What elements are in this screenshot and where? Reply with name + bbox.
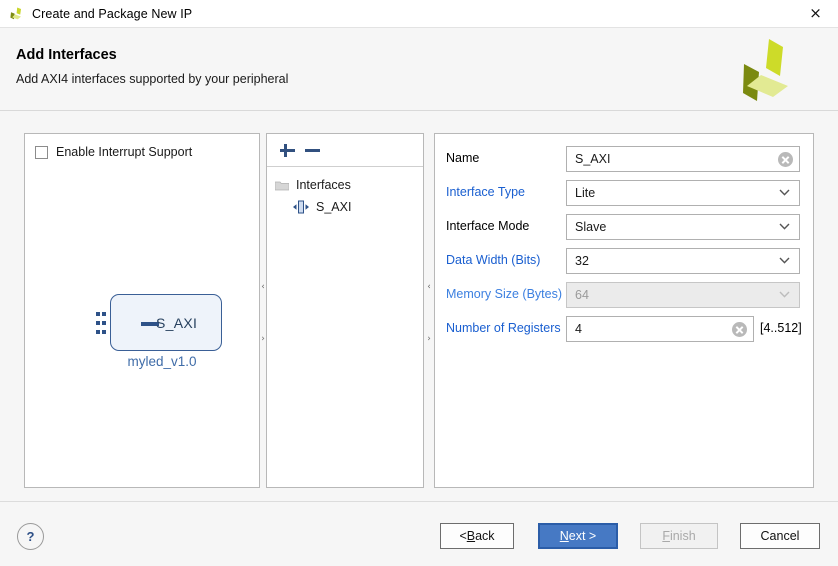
- number-of-registers-value: 4: [575, 322, 582, 336]
- window-titlebar: Create and Package New IP ×: [0, 0, 838, 28]
- back-button-post: ack: [475, 529, 495, 543]
- field-label-name: Name: [446, 151, 480, 165]
- field-row-name: Name S_AXI: [435, 146, 813, 172]
- field-row-number-of-registers: Number of Registers 4 [4..512]: [435, 316, 813, 342]
- window-title: Create and Package New IP: [32, 6, 193, 21]
- next-button-post: ext >: [568, 529, 597, 543]
- page-subtitle: Add AXI4 interfaces supported by your pe…: [16, 72, 289, 86]
- page-title: Add Interfaces: [16, 47, 117, 63]
- back-button-pre: <: [459, 529, 467, 543]
- ip-block-diagram[interactable]: S_AXI myled_v1.0: [88, 294, 228, 369]
- cancel-button-label: Cancel: [760, 529, 800, 543]
- right-splitter[interactable]: ‹ ›: [426, 133, 432, 488]
- enable-interrupt-support-label: Enable Interrupt Support: [56, 145, 193, 159]
- diagram-panel: Enable Interrupt Support S_AXI myled_v1.…: [24, 133, 260, 488]
- field-label-memory-size: Memory Size (Bytes): [446, 287, 562, 301]
- name-input[interactable]: S_AXI: [566, 146, 800, 172]
- ip-block-port-label: S_AXI: [156, 315, 198, 331]
- tree-item-interfaces-label: Interfaces: [296, 178, 351, 192]
- field-row-interface-type: Interface Type Lite: [435, 180, 813, 206]
- finish-button-post: inish: [669, 529, 696, 543]
- help-button[interactable]: ?: [17, 523, 44, 550]
- number-of-registers-range-hint: [4..512]: [760, 321, 802, 335]
- interface-type-select[interactable]: Lite: [566, 180, 800, 206]
- chevron-down-icon[interactable]: [779, 223, 790, 230]
- xilinx-brand-logo: [736, 37, 806, 105]
- interface-type-value: Lite: [575, 186, 596, 200]
- ip-block-body[interactable]: S_AXI: [110, 294, 222, 351]
- field-label-number-of-registers: Number of Registers: [446, 321, 561, 335]
- finish-button-mnemonic: F: [662, 529, 670, 543]
- enable-interrupt-support-checkbox-row[interactable]: Enable Interrupt Support: [35, 145, 192, 159]
- interfaces-tree-panel: Interfaces S_AXI: [266, 133, 424, 488]
- bus-pins-icon: [96, 312, 107, 334]
- memory-size-value: 64: [575, 288, 589, 302]
- wizard-header: Add Interfaces Add AXI4 interfaces suppo…: [0, 28, 838, 111]
- interface-properties-panel: Name S_AXI Interface Type Lite Interface…: [434, 133, 814, 488]
- tree-item-s-axi[interactable]: S_AXI: [293, 200, 351, 214]
- field-row-memory-size: Memory Size (Bytes) 64: [435, 282, 813, 308]
- interface-mode-value: Slave: [575, 220, 607, 234]
- splitter-collapse-right-icon[interactable]: ‹: [426, 283, 432, 292]
- field-row-interface-mode: Interface Mode Slave: [435, 214, 813, 240]
- back-button[interactable]: < Back: [440, 523, 514, 549]
- wizard-footer: ? < Back Next > Finish Cancel: [0, 502, 838, 566]
- folder-icon: [274, 180, 290, 191]
- field-label-interface-type: Interface Type: [446, 185, 525, 199]
- tree-item-s-axi-label: S_AXI: [316, 200, 352, 214]
- cancel-button[interactable]: Cancel: [740, 523, 820, 549]
- memory-size-select: 64: [566, 282, 800, 308]
- clear-name-icon[interactable]: [778, 152, 793, 167]
- bus-interface-icon: [293, 200, 309, 214]
- next-button[interactable]: Next >: [538, 523, 618, 549]
- enable-interrupt-support-checkbox[interactable]: [35, 145, 48, 159]
- xilinx-logo-icon: [9, 6, 25, 22]
- chevron-down-icon[interactable]: [779, 257, 790, 264]
- field-row-data-width: Data Width (Bits) 32: [435, 248, 813, 274]
- remove-interface-button[interactable]: [303, 141, 322, 160]
- add-interface-button[interactable]: [278, 141, 297, 160]
- interface-mode-select[interactable]: Slave: [566, 214, 800, 240]
- tree-toolbar: [267, 134, 423, 167]
- data-width-value: 32: [575, 254, 589, 268]
- ip-block-name: myled_v1.0: [127, 354, 197, 369]
- back-button-mnemonic: B: [466, 529, 476, 543]
- close-icon[interactable]: ×: [793, 0, 838, 27]
- wizard-content: Enable Interrupt Support S_AXI myled_v1.…: [0, 111, 838, 501]
- name-input-value: S_AXI: [575, 152, 611, 166]
- number-of-registers-input[interactable]: 4: [566, 316, 754, 342]
- next-button-mnemonic: N: [559, 529, 569, 543]
- chevron-down-icon[interactable]: [779, 189, 790, 196]
- field-label-data-width: Data Width (Bits): [446, 253, 541, 267]
- field-label-interface-mode: Interface Mode: [446, 219, 530, 233]
- tree-item-interfaces[interactable]: Interfaces: [274, 178, 351, 192]
- interface-properties-form: Name S_AXI Interface Type Lite Interface…: [435, 134, 813, 487]
- clear-number-of-registers-icon[interactable]: [732, 322, 747, 337]
- data-width-select[interactable]: 32: [566, 248, 800, 274]
- splitter-expand-right-icon[interactable]: ›: [426, 335, 432, 344]
- chevron-down-icon: [779, 291, 790, 298]
- finish-button: Finish: [640, 523, 718, 549]
